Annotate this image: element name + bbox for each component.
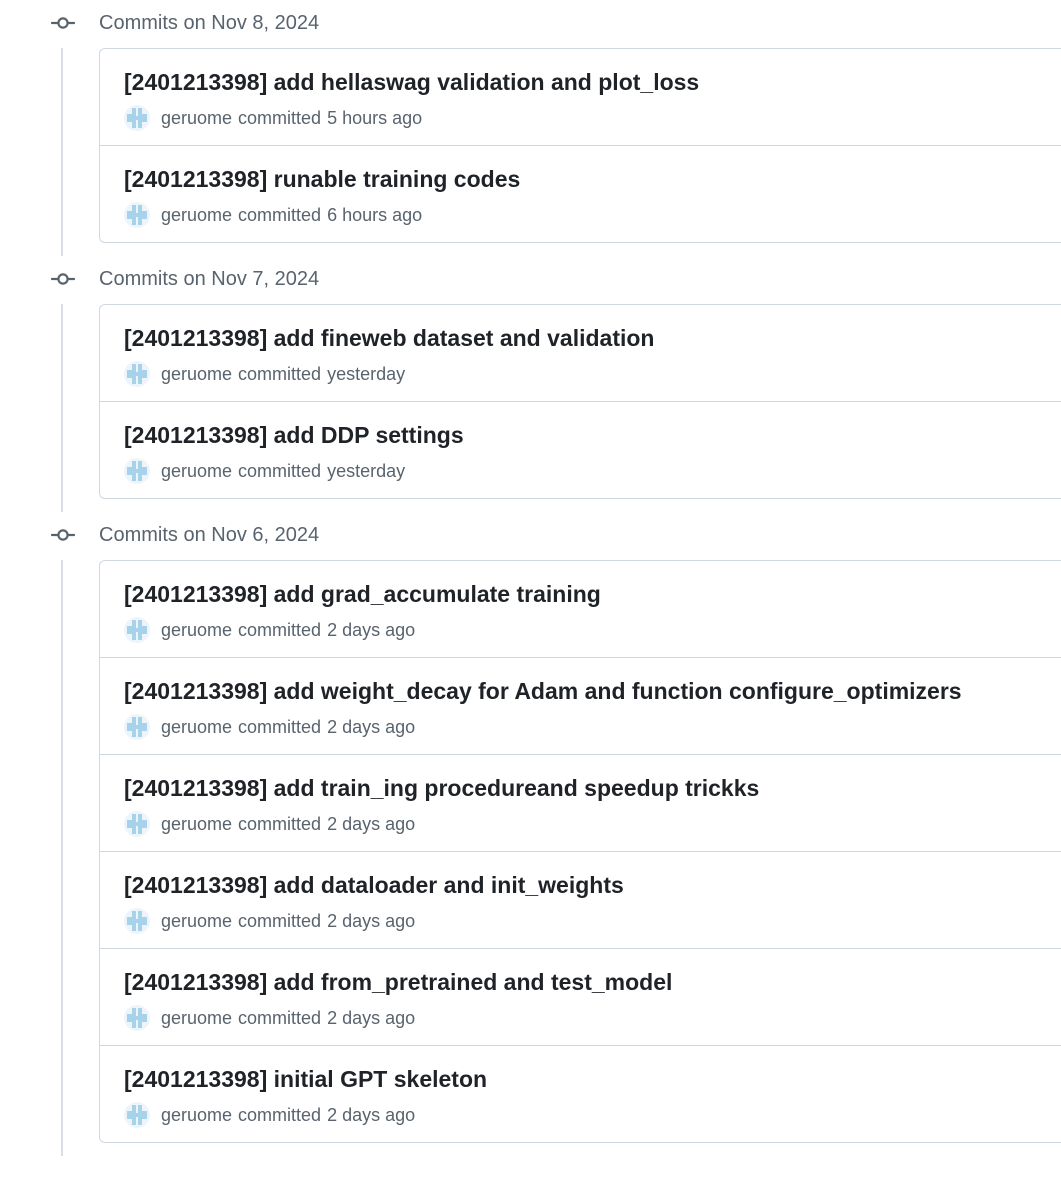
identicon-avatar[interactable]: [124, 361, 150, 387]
commit-verb: committed: [238, 1007, 322, 1028]
commit-author-link[interactable]: geruome: [161, 364, 232, 385]
commit-meta: geruome committed 2 days ago: [124, 1102, 415, 1128]
identicon-avatar[interactable]: [124, 1102, 150, 1128]
commit-relative-time: 2 days ago: [327, 910, 416, 931]
commit-author-link[interactable]: geruome: [161, 1008, 232, 1029]
commit-verb: committed: [238, 363, 322, 384]
commit-row: [2401213398] add fineweb dataset and val…: [100, 305, 1061, 401]
commit-relative-time: 6 hours ago: [327, 204, 423, 225]
commit-group-title: Commits on Nov 8, 2024: [99, 12, 320, 34]
commit-message-link[interactable]: [2401213398] add train_ing procedureand …: [124, 774, 759, 802]
git-commit-icon: [51, 17, 75, 29]
commits-timeline: Commits on Nov 8, 2024 [2401213398] add …: [0, 0, 1061, 1156]
commit-message-link[interactable]: [2401213398] add hellaswag validation an…: [124, 68, 699, 96]
commit-group-body: [2401213398] add grad_accumulate trainin…: [0, 560, 1061, 1156]
commit-group-title: Commits on Nov 7, 2024: [99, 268, 320, 290]
commit-group-header: Commits on Nov 8, 2024: [0, 0, 1061, 48]
commit-row: [2401213398] add weight_decay for Adam a…: [100, 657, 1061, 754]
commit-author-link[interactable]: geruome: [161, 461, 232, 482]
commit-group-header: Commits on Nov 7, 2024: [0, 256, 1061, 304]
timeline-line: [61, 48, 63, 256]
commit-group-header: Commits on Nov 6, 2024: [0, 512, 1061, 560]
commit-group-body: [2401213398] add fineweb dataset and val…: [0, 304, 1061, 512]
commit-meta: geruome committed 2 days ago: [124, 714, 415, 740]
commit-relative-time: 2 days ago: [327, 1104, 416, 1125]
commit-row: [2401213398] add DDP settings geruome co…: [100, 401, 1061, 498]
identicon-avatar[interactable]: [124, 202, 150, 228]
commit-message-link[interactable]: [2401213398] add fineweb dataset and val…: [124, 324, 654, 352]
commit-group: Commits on Nov 6, 2024 [2401213398] add …: [0, 512, 1061, 1156]
commit-list-card: [2401213398] add grad_accumulate trainin…: [99, 560, 1061, 1143]
commit-meta: geruome committed yesterday: [124, 361, 405, 387]
commit-verb: committed: [238, 716, 322, 737]
commit-meta: geruome committed 2 days ago: [124, 908, 415, 934]
commit-meta: geruome committed 6 hours ago: [124, 202, 422, 228]
commit-group-body: [2401213398] add hellaswag validation an…: [0, 48, 1061, 256]
commit-message-link[interactable]: [2401213398] initial GPT skeleton: [124, 1065, 487, 1093]
commit-message-link[interactable]: [2401213398] add DDP settings: [124, 421, 464, 449]
commit-list-card: [2401213398] add hellaswag validation an…: [99, 48, 1061, 243]
commit-verb: committed: [238, 107, 322, 128]
identicon-avatar[interactable]: [124, 105, 150, 131]
commit-row: [2401213398] add grad_accumulate trainin…: [100, 561, 1061, 657]
commit-message-link[interactable]: [2401213398] add weight_decay for Adam a…: [124, 677, 962, 705]
commit-meta: geruome committed yesterday: [124, 458, 405, 484]
commit-author-link[interactable]: geruome: [161, 620, 232, 641]
commit-message-link[interactable]: [2401213398] runable training codes: [124, 165, 520, 193]
commit-relative-time: 2 days ago: [327, 813, 416, 834]
identicon-avatar[interactable]: [124, 908, 150, 934]
commit-group-title: Commits on Nov 6, 2024: [99, 524, 320, 546]
commit-verb: committed: [238, 619, 322, 640]
commit-verb: committed: [238, 460, 322, 481]
commit-author-link[interactable]: geruome: [161, 717, 232, 738]
commit-meta: geruome committed 5 hours ago: [124, 105, 422, 131]
identicon-avatar[interactable]: [124, 1005, 150, 1031]
commit-relative-time: 2 days ago: [327, 619, 416, 640]
commit-row: [2401213398] add train_ing procedureand …: [100, 754, 1061, 851]
timeline-line: [61, 560, 63, 1156]
commit-message-link[interactable]: [2401213398] add grad_accumulate trainin…: [124, 580, 601, 608]
commit-meta: geruome committed 2 days ago: [124, 617, 415, 643]
commit-group: Commits on Nov 8, 2024 [2401213398] add …: [0, 0, 1061, 256]
commit-relative-time: 5 hours ago: [327, 107, 423, 128]
commit-row: [2401213398] add from_pretrained and tes…: [100, 948, 1061, 1045]
commit-meta: geruome committed 2 days ago: [124, 811, 415, 837]
commit-verb: committed: [238, 204, 322, 225]
commit-author-link[interactable]: geruome: [161, 911, 232, 932]
commit-verb: committed: [238, 910, 322, 931]
commit-author-link[interactable]: geruome: [161, 1105, 232, 1126]
identicon-avatar[interactable]: [124, 714, 150, 740]
commit-row: [2401213398] add hellaswag validation an…: [100, 49, 1061, 145]
git-commit-icon: [51, 273, 75, 285]
commit-relative-time: 2 days ago: [327, 1007, 416, 1028]
commit-author-link[interactable]: geruome: [161, 814, 232, 835]
identicon-avatar[interactable]: [124, 811, 150, 837]
commit-message-link[interactable]: [2401213398] add from_pretrained and tes…: [124, 968, 672, 996]
commit-verb: committed: [238, 813, 322, 834]
commit-row: [2401213398] initial GPT skeleton geruom…: [100, 1045, 1061, 1142]
commit-list-card: [2401213398] add fineweb dataset and val…: [99, 304, 1061, 499]
identicon-avatar[interactable]: [124, 458, 150, 484]
commit-verb: committed: [238, 1104, 322, 1125]
commit-message-link[interactable]: [2401213398] add dataloader and init_wei…: [124, 871, 624, 899]
commit-author-link[interactable]: geruome: [161, 108, 232, 129]
timeline-line: [61, 304, 63, 512]
commit-meta: geruome committed 2 days ago: [124, 1005, 415, 1031]
commit-row: [2401213398] runable training codes geru…: [100, 145, 1061, 242]
commit-group: Commits on Nov 7, 2024 [2401213398] add …: [0, 256, 1061, 512]
commit-author-link[interactable]: geruome: [161, 205, 232, 226]
commit-row: [2401213398] add dataloader and init_wei…: [100, 851, 1061, 948]
commit-relative-time: yesterday: [327, 460, 406, 481]
git-commit-icon: [51, 529, 75, 541]
identicon-avatar[interactable]: [124, 617, 150, 643]
commit-relative-time: 2 days ago: [327, 716, 416, 737]
commit-relative-time: yesterday: [327, 363, 406, 384]
